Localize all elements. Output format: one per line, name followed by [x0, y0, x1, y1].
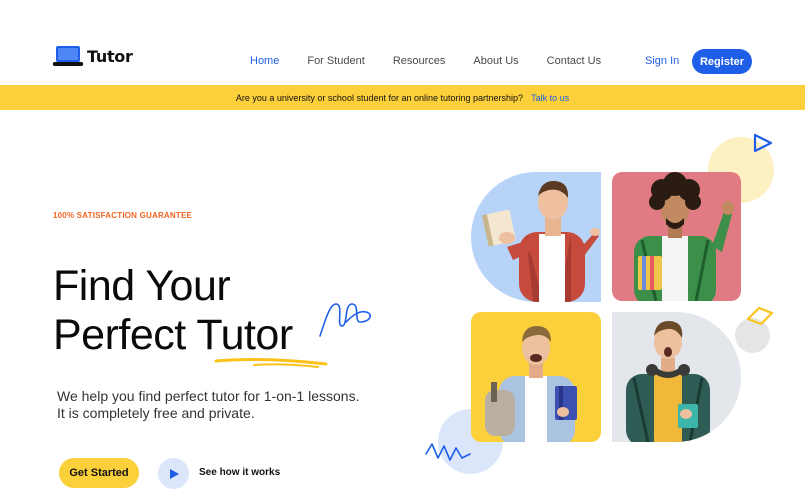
nav-home[interactable]: Home [250, 55, 279, 67]
underline-decoration [214, 358, 328, 368]
nav-contact-us[interactable]: Contact Us [547, 55, 601, 67]
hero-subtitle: We help you find perfect tutor for 1-on-… [57, 388, 397, 422]
wave-decoration [425, 443, 471, 461]
hero-subtitle-line-1: We help you find perfect tutor for 1-on-… [57, 388, 360, 404]
nav-about-us[interactable]: About Us [473, 55, 518, 67]
logo[interactable]: Tutor [53, 45, 133, 67]
hero-title-line-1: Find Your [53, 262, 231, 310]
diamond-decoration [746, 306, 774, 326]
hero-title-line-2: Perfect Tutor [53, 311, 293, 359]
play-button[interactable] [158, 458, 189, 489]
student-photo-4 [612, 312, 741, 442]
swirl-decoration [319, 303, 372, 337]
hero-title: Find Your Perfect Tutor [53, 262, 293, 360]
main-nav: Home For Student Resources About Us Cont… [250, 55, 629, 67]
get-started-button[interactable]: Get Started [59, 458, 139, 488]
play-outline-icon [753, 133, 773, 153]
nav-for-student[interactable]: For Student [307, 55, 364, 67]
student-photo-2 [612, 172, 741, 301]
announcement-banner: Are you a university or school student f… [0, 85, 805, 110]
talk-to-us-link[interactable]: Talk to us [531, 93, 569, 103]
guarantee-tag: 100% SATISFACTION GUARANTEE [53, 211, 193, 220]
banner-text: Are you a university or school student f… [235, 92, 524, 103]
see-how-it-works-link[interactable]: See how it works [199, 467, 280, 478]
student-photo-3 [471, 312, 601, 442]
play-icon [169, 468, 179, 479]
nav-resources[interactable]: Resources [393, 55, 446, 67]
register-button[interactable]: Register [692, 49, 752, 74]
logo-text: Tutor [87, 46, 133, 66]
laptop-icon [53, 45, 83, 67]
student-photo-1 [471, 172, 601, 302]
hero-subtitle-line-2: It is completely free and private. [57, 405, 255, 421]
sign-in-link[interactable]: Sign In [645, 55, 679, 67]
